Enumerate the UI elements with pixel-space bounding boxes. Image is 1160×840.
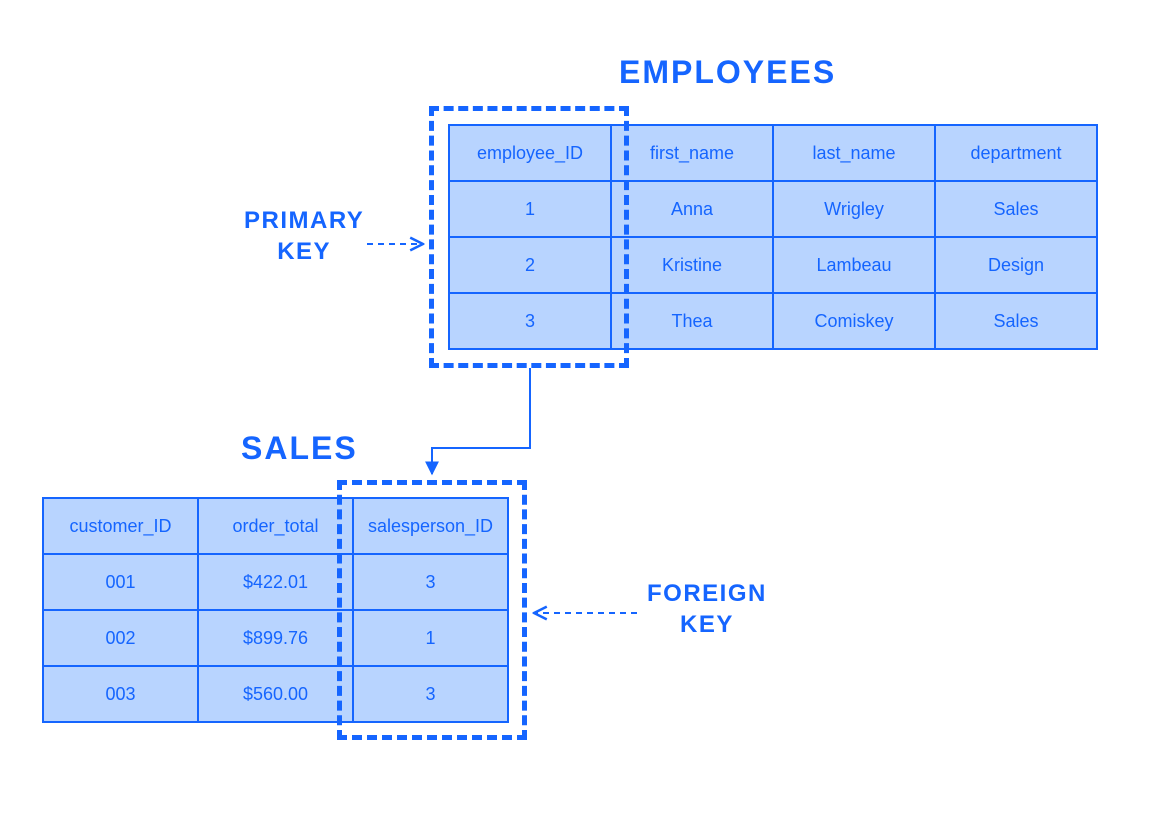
cell: $560.00	[198, 666, 353, 722]
cell: 3	[449, 293, 611, 349]
table-row: 2 Kristine Lambeau Design	[449, 237, 1097, 293]
col-header: order_total	[198, 498, 353, 554]
label-line: KEY	[277, 238, 331, 265]
col-header: first_name	[611, 125, 773, 181]
table-header-row: customer_ID order_total salesperson_ID	[43, 498, 508, 554]
cell: 2	[449, 237, 611, 293]
label-line: FOREIGN	[647, 580, 767, 607]
col-header: customer_ID	[43, 498, 198, 554]
cell: $899.76	[198, 610, 353, 666]
table-row: 001 $422.01 3	[43, 554, 508, 610]
table-row: 3 Thea Comiskey Sales	[449, 293, 1097, 349]
table-row: 1 Anna Wrigley Sales	[449, 181, 1097, 237]
sales-title: SALES	[241, 430, 358, 467]
cell: 1	[353, 610, 508, 666]
cell: 003	[43, 666, 198, 722]
relationship-arrow	[432, 368, 530, 474]
cell: Comiskey	[773, 293, 935, 349]
cell: Wrigley	[773, 181, 935, 237]
col-header: employee_ID	[449, 125, 611, 181]
cell: 3	[353, 554, 508, 610]
cell: 002	[43, 610, 198, 666]
label-line: PRIMARY	[244, 207, 364, 234]
foreign-key-label: FOREIGN KEY	[647, 578, 767, 640]
col-header: last_name	[773, 125, 935, 181]
employees-table: employee_ID first_name last_name departm…	[448, 124, 1098, 350]
label-line: KEY	[680, 611, 734, 638]
cell: Sales	[935, 293, 1097, 349]
primary-key-label: PRIMARY KEY	[244, 205, 364, 267]
cell: 1	[449, 181, 611, 237]
cell: 001	[43, 554, 198, 610]
cell: Anna	[611, 181, 773, 237]
cell: $422.01	[198, 554, 353, 610]
cell: Design	[935, 237, 1097, 293]
cell: Thea	[611, 293, 773, 349]
cell: Sales	[935, 181, 1097, 237]
sales-table: customer_ID order_total salesperson_ID 0…	[42, 497, 509, 723]
cell: Lambeau	[773, 237, 935, 293]
table-header-row: employee_ID first_name last_name departm…	[449, 125, 1097, 181]
col-header: salesperson_ID	[353, 498, 508, 554]
employees-title: EMPLOYEES	[619, 54, 836, 91]
col-header: department	[935, 125, 1097, 181]
table-row: 003 $560.00 3	[43, 666, 508, 722]
cell: Kristine	[611, 237, 773, 293]
table-row: 002 $899.76 1	[43, 610, 508, 666]
cell: 3	[353, 666, 508, 722]
